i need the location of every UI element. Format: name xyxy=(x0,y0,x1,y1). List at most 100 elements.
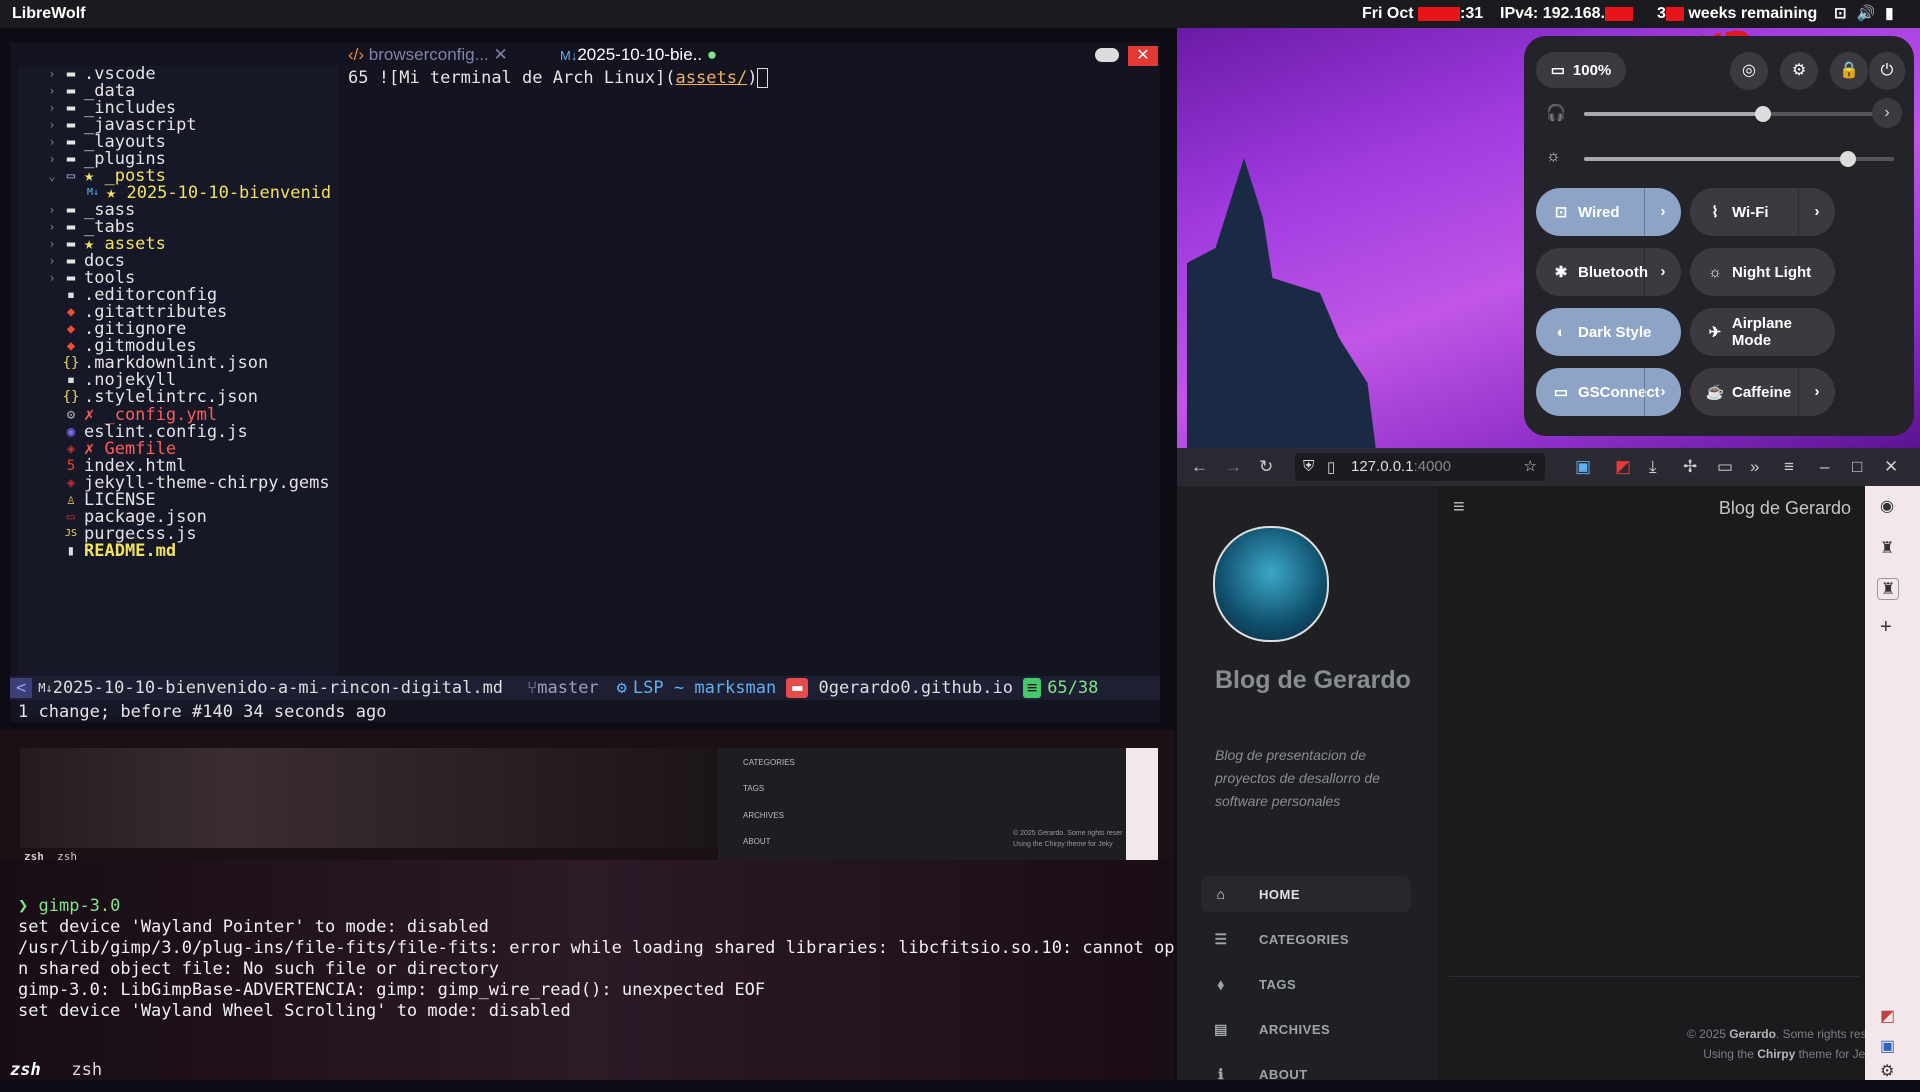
lines-icon: ≡ xyxy=(1022,678,1042,698)
lock-button[interactable]: 🔒 xyxy=(1830,52,1868,90)
footer-theme-link[interactable]: Chirpy xyxy=(1757,1047,1795,1061)
thumb-nav-item: ARCHIVES xyxy=(743,811,784,820)
nav-item-tags[interactable]: ⬧ TAGS xyxy=(1201,966,1411,1002)
download-icon[interactable]: ⤓ xyxy=(1649,457,1657,477)
github-icon[interactable]: ◉ xyxy=(1880,496,1894,516)
tmux-tab[interactable]: zsh xyxy=(10,1060,41,1080)
blog-site-title[interactable]: Blog de Gerardo xyxy=(1215,664,1415,697)
reload-icon[interactable]: ↻ xyxy=(1259,457,1273,477)
chevron-right-icon[interactable]: › xyxy=(44,67,60,81)
chevron-right-icon[interactable]: › xyxy=(44,118,60,132)
nav-item-about[interactable]: ℹ ABOUT xyxy=(1201,1056,1411,1092)
chevron-right-icon[interactable]: › xyxy=(1644,248,1681,296)
power-button[interactable]: ⏻ xyxy=(1869,52,1905,90)
toggle-switch[interactable] xyxy=(1095,48,1119,62)
code-line[interactable]: 65 ![Mi terminal de Arch Linux](assets/) xyxy=(348,68,769,88)
system-tray[interactable]: ⊡ 🔊 ▮ xyxy=(1834,4,1894,22)
settings-button[interactable]: ⚙ xyxy=(1780,52,1818,90)
battery-button[interactable]: ▭ 100% xyxy=(1536,52,1626,88)
chevron-right-icon[interactable]: › xyxy=(44,135,60,149)
toggle-caffeine[interactable]: ☕ Caffeine › xyxy=(1690,368,1835,416)
brightness-slider[interactable] xyxy=(1584,151,1894,167)
tmux-tab[interactable]: zsh xyxy=(71,1060,102,1080)
url-bar[interactable]: ⛨ ▯ 127.0.0.1:4000 ☆ xyxy=(1295,453,1545,481)
close-icon[interactable]: ✕ xyxy=(494,45,508,64)
chevron-right-icon[interactable]: › xyxy=(44,271,60,285)
nav-item-home[interactable]: ⌂ HOME xyxy=(1201,876,1411,912)
bookmark-star-icon[interactable]: ☆ xyxy=(1524,457,1537,475)
add-icon[interactable]: + xyxy=(1880,616,1892,639)
forward-arrow-icon[interactable]: → xyxy=(1225,457,1242,477)
chevron-right-icon[interactable]: › xyxy=(1798,188,1835,236)
thumb-footer: © 2025 Gerardo. Some rights reser Using … xyxy=(1013,828,1122,850)
close-icon[interactable]: ✕ xyxy=(1884,457,1898,477)
toggle-dark-style[interactable]: ◐ Dark Style xyxy=(1536,308,1681,356)
chevron-right-icon[interactable]: › xyxy=(44,152,60,166)
back-arrow-icon[interactable]: ← xyxy=(1191,457,1208,477)
toggle-wi-fi[interactable]: ⌇ Wi-Fi › xyxy=(1690,188,1835,236)
volume-knob[interactable] xyxy=(1754,106,1771,122)
lock-icon: 🔒 xyxy=(1839,62,1859,79)
chevron-right-icon[interactable]: › xyxy=(44,101,60,115)
chevron-right-icon[interactable]: › xyxy=(1644,368,1681,416)
volume-icon: 🔊 xyxy=(1856,5,1876,22)
screenshot-button[interactable]: ◎ xyxy=(1730,52,1768,90)
output-line: set device 'Wayland Pointer' to mode: di… xyxy=(18,917,489,937)
extensions-puzzle-icon[interactable]: ✢ xyxy=(1683,457,1697,477)
tmux-tab[interactable]: zsh xyxy=(57,850,77,863)
tab-current-post[interactable]: M↓2025-10-10-bie.. ● xyxy=(560,45,717,65)
close-button[interactable]: ✕ xyxy=(1128,46,1158,66)
overflow-chevrons-icon[interactable]: » xyxy=(1750,457,1759,477)
sidebar-toggle-icon[interactable]: ▭ xyxy=(1717,457,1733,477)
tmux-tab[interactable]: zsh xyxy=(24,850,44,863)
extension-icon[interactable]: ▣ xyxy=(1880,1036,1895,1056)
pdf-extension-icon[interactable]: ◩ xyxy=(1615,457,1631,477)
thumb-footer-line: © 2025 Gerardo. Some rights reser xyxy=(1013,830,1123,837)
tile-label: Dark Style xyxy=(1578,323,1652,341)
tile-label: Airplane Mode xyxy=(1731,315,1792,349)
url-host: 127.0.0.1 xyxy=(1351,458,1414,475)
toggle-bluetooth[interactable]: ✱ Bluetooth › xyxy=(1536,248,1681,296)
chevron-right-icon[interactable]: › xyxy=(1798,368,1835,416)
tile-icon: ▭ xyxy=(1553,384,1569,401)
hamburger-menu-icon[interactable]: ≡ xyxy=(1453,496,1465,519)
tab-browserconfig[interactable]: ‹/› browserconfig... ✕ xyxy=(348,45,508,65)
maximize-icon[interactable]: □ xyxy=(1852,457,1862,477)
nav-label: HOME xyxy=(1259,886,1300,902)
weeks-indicator[interactable]: 3 weeks remaining xyxy=(1657,5,1817,23)
avatar[interactable] xyxy=(1213,526,1329,642)
pdf-extension-icon[interactable]: ◩ xyxy=(1880,1006,1895,1026)
file-icon: JS xyxy=(64,528,78,540)
chevron-right-icon[interactable]: › xyxy=(44,84,60,98)
menu-icon[interactable]: ≡ xyxy=(1784,457,1794,477)
gear-icon[interactable]: ⚙ xyxy=(1880,1061,1894,1081)
nav-item-categories[interactable]: ☰ CATEGORIES xyxy=(1201,921,1411,957)
extension-icon[interactable]: ♜ xyxy=(1880,538,1894,558)
minimize-icon[interactable]: – xyxy=(1820,457,1829,477)
extension-icon[interactable]: ▣ xyxy=(1575,457,1591,477)
toggle-wired[interactable]: ⊡ Wired › xyxy=(1536,188,1681,236)
markdown-icon: M↓ xyxy=(560,48,578,63)
file-tree-item[interactable]: ▮ README.md xyxy=(18,540,176,561)
nav-item-archives[interactable]: ▤ ARCHIVES xyxy=(1201,1011,1411,1047)
volume-slider[interactable] xyxy=(1584,106,1882,122)
chevron-right-icon[interactable]: › xyxy=(44,220,60,234)
footer-author-link[interactable]: Gerardo xyxy=(1729,1027,1776,1041)
chevron-right-icon[interactable]: › xyxy=(1644,188,1681,236)
chevron-down-icon[interactable]: ⌄ xyxy=(44,169,60,183)
toggle-night-light[interactable]: ☼ Night Light xyxy=(1690,248,1835,296)
extension-icon[interactable]: ♜ xyxy=(1877,578,1900,600)
branch-icon: ⑂ xyxy=(527,678,538,698)
toggle-airplane-mode[interactable]: ✈ Airplane Mode xyxy=(1690,308,1835,356)
chevron-right-icon[interactable]: › xyxy=(44,203,60,217)
brightness-knob[interactable] xyxy=(1839,151,1856,167)
chevron-right-icon[interactable]: › xyxy=(44,237,60,251)
clock[interactable]: Fri Oct :31 xyxy=(1362,5,1483,23)
ip-indicator[interactable]: IPv4: 192.168. xyxy=(1500,5,1633,23)
page-title[interactable]: Blog de Gerardo xyxy=(1719,498,1851,519)
terminal-window[interactable]: CATEGORIES TAGS ARCHIVES ABOUT © 2025 Ge… xyxy=(0,730,1175,1080)
active-app-name[interactable]: LibreWolf xyxy=(12,5,85,23)
toggle-gsconnect[interactable]: ▭ GSConnect › xyxy=(1536,368,1681,416)
chevron-right-icon[interactable]: › xyxy=(44,254,60,268)
chevron-right-icon[interactable]: › xyxy=(1872,98,1902,128)
